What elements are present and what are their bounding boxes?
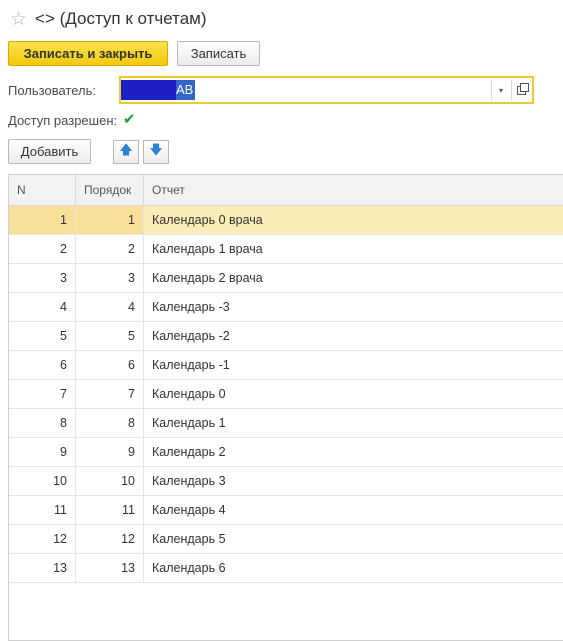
move-up-button[interactable]: 🡅	[113, 140, 139, 164]
cell-report: Календарь 6	[152, 561, 226, 575]
window-title: <> (Доступ к отчетам)	[35, 9, 207, 28]
table-row[interactable]: 11 11 Календарь 4	[9, 496, 563, 525]
table-row[interactable]: 3 3 Календарь 2 врача	[9, 264, 563, 293]
cell-n: 6	[9, 351, 76, 379]
arrow-down-icon: 🡇	[149, 142, 163, 157]
user-field[interactable]: AB ▾	[119, 76, 534, 104]
table-row[interactable]: 10 10 Календарь 3	[9, 467, 563, 496]
reports-table[interactable]: N Порядок Отчет 1 1 Календарь 0 врача 2 2 Кал…	[8, 174, 563, 641]
cell-report: Календарь 0	[152, 387, 226, 401]
open-window-icon[interactable]	[511, 80, 530, 100]
cell-order: 4	[76, 293, 144, 321]
move-down-button[interactable]: 🡇	[143, 140, 169, 164]
cell-order: 1	[76, 206, 144, 234]
table-row[interactable]: 8 8 Календарь 1	[9, 409, 563, 438]
cell-order: 6	[76, 351, 144, 379]
cell-report: Календарь 0 врача	[152, 213, 263, 227]
access-checkbox-check-icon[interactable]: ✔	[123, 110, 136, 128]
access-label: Доступ разрешен:	[8, 113, 118, 128]
cell-n: 5	[9, 322, 76, 350]
cell-order: 2	[76, 235, 144, 263]
cell-report: Календарь 5	[152, 532, 226, 546]
cell-report: Календарь -1	[152, 358, 230, 372]
cell-report: Календарь 1	[152, 416, 226, 430]
table-row[interactable]: 1 1 Календарь 0 врача	[9, 206, 563, 235]
cell-n: 8	[9, 409, 76, 437]
column-header-order[interactable]: Порядок	[76, 175, 144, 205]
column-header-report[interactable]: Отчет	[144, 175, 563, 205]
redacted-user-name	[121, 80, 176, 100]
cell-n: 1	[9, 206, 76, 234]
cell-report: Календарь 1 врача	[152, 242, 263, 256]
cell-report: Календарь 2 врача	[152, 271, 263, 285]
favorite-star-icon[interactable]: ☆	[10, 10, 27, 29]
cell-order: 8	[76, 409, 144, 437]
title-bar: ☆ <> (Доступ к отчетам)	[10, 8, 207, 30]
column-header-n[interactable]: N	[9, 175, 76, 205]
cell-n: 4	[9, 293, 76, 321]
table-row[interactable]: 2 2 Календарь 1 врача	[9, 235, 563, 264]
cell-order: 3	[76, 264, 144, 292]
cell-report: Календарь 4	[152, 503, 226, 517]
cell-n: 3	[9, 264, 76, 292]
cell-n: 7	[9, 380, 76, 408]
cell-n: 12	[9, 525, 76, 553]
cell-order: 5	[76, 322, 144, 350]
table-row[interactable]: 4 4 Календарь -3	[9, 293, 563, 322]
cell-report: Календарь 2	[152, 445, 226, 459]
cell-report: Календарь -2	[152, 329, 230, 343]
cell-n: 13	[9, 554, 76, 582]
table-row[interactable]: 5 5 Календарь -2	[9, 322, 563, 351]
user-label: Пользователь:	[8, 83, 96, 98]
save-and-close-button[interactable]: Записать и закрыть	[8, 41, 168, 66]
cell-report: Календарь 3	[152, 474, 226, 488]
save-button[interactable]: Записать	[177, 41, 260, 66]
table-body: 1 1 Календарь 0 врача 2 2 Календарь 1 врача 3 3…	[9, 206, 563, 583]
cell-order: 11	[76, 496, 144, 524]
cell-n: 10	[9, 467, 76, 495]
cell-order: 10	[76, 467, 144, 495]
cell-order: 13	[76, 554, 144, 582]
arrow-up-icon: 🡅	[119, 142, 133, 157]
cell-n: 2	[9, 235, 76, 263]
user-value-text: AB	[176, 80, 196, 100]
table-row[interactable]: 9 9 Календарь 2	[9, 438, 563, 467]
cell-order: 7	[76, 380, 144, 408]
add-button[interactable]: Добавить	[8, 139, 91, 164]
dropdown-chevron-icon[interactable]: ▾	[491, 80, 510, 100]
cell-n: 11	[9, 496, 76, 524]
table-row[interactable]: 12 12 Календарь 5	[9, 525, 563, 554]
table-header: N Порядок Отчет	[9, 175, 563, 206]
cell-order: 12	[76, 525, 144, 553]
cell-report: Календарь -3	[152, 300, 230, 314]
table-row[interactable]: 6 6 Календарь -1	[9, 351, 563, 380]
cell-n: 9	[9, 438, 76, 466]
cell-order: 9	[76, 438, 144, 466]
table-row[interactable]: 13 13 Календарь 6	[9, 554, 563, 583]
user-value: AB	[121, 80, 196, 100]
table-row[interactable]: 7 7 Календарь 0	[9, 380, 563, 409]
